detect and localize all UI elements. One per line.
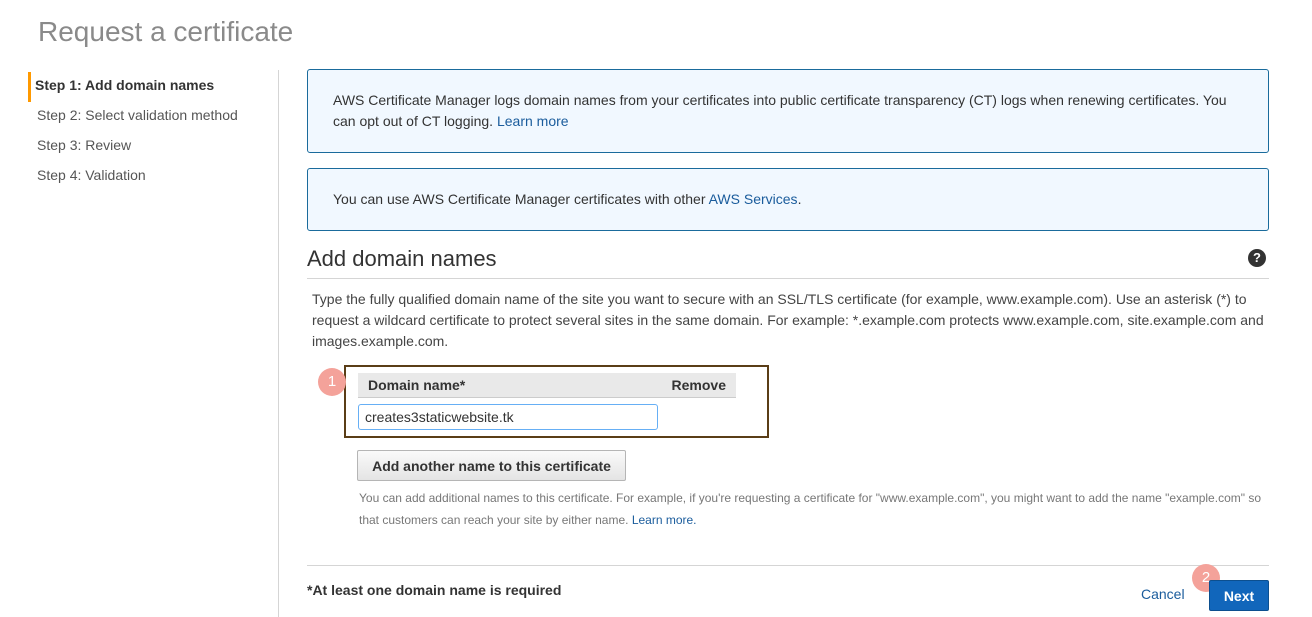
help-icon[interactable]: ? bbox=[1248, 249, 1266, 267]
wizard-steps: Step 1: Add domain names Step 2: Select … bbox=[28, 72, 278, 192]
section-title: Add domain names bbox=[307, 246, 497, 271]
ct-logging-text: AWS Certificate Manager logs domain name… bbox=[333, 92, 1227, 129]
section-divider bbox=[307, 278, 1269, 279]
add-another-name-button[interactable]: Add another name to this certificate bbox=[357, 450, 626, 481]
remove-header: Remove bbox=[671, 377, 726, 393]
aws-services-suffix: . bbox=[797, 191, 802, 207]
step-review[interactable]: Step 3: Review bbox=[28, 132, 278, 162]
hint-text: You can add additional names to this cer… bbox=[359, 491, 1262, 527]
domain-table-header: Domain name* Remove bbox=[358, 373, 736, 398]
aws-services-text: You can use AWS Certificate Manager cert… bbox=[333, 191, 706, 207]
footer-divider bbox=[307, 565, 1269, 566]
ct-logging-info-box: AWS Certificate Manager logs domain name… bbox=[307, 69, 1269, 153]
section-description: Type the fully qualified domain name of … bbox=[312, 291, 1264, 349]
cancel-link[interactable]: Cancel bbox=[1141, 586, 1185, 602]
learn-more-link[interactable]: Learn more bbox=[497, 113, 569, 129]
step-select-validation-method[interactable]: Step 2: Select validation method bbox=[28, 102, 278, 132]
domain-name-input[interactable] bbox=[358, 404, 658, 430]
aws-services-info-box: You can use AWS Certificate Manager cert… bbox=[307, 168, 1269, 231]
domain-table: Domain name* Remove bbox=[344, 365, 769, 438]
next-button[interactable]: Next bbox=[1209, 580, 1269, 611]
step-validation[interactable]: Step 4: Validation bbox=[28, 162, 278, 192]
required-note: *At least one domain name is required bbox=[307, 582, 562, 598]
aws-services-link[interactable]: AWS Services bbox=[709, 191, 798, 207]
step-add-domain-names[interactable]: Step 1: Add domain names bbox=[28, 72, 278, 102]
vertical-divider bbox=[278, 70, 279, 617]
additional-names-hint: You can add additional names to this cer… bbox=[359, 487, 1269, 531]
page-title: Request a certificate bbox=[38, 16, 294, 47]
annotation-badge-1: 1 bbox=[318, 368, 346, 396]
hint-learn-more-link[interactable]: Learn more. bbox=[632, 513, 697, 527]
domain-name-header: Domain name* bbox=[368, 377, 466, 393]
